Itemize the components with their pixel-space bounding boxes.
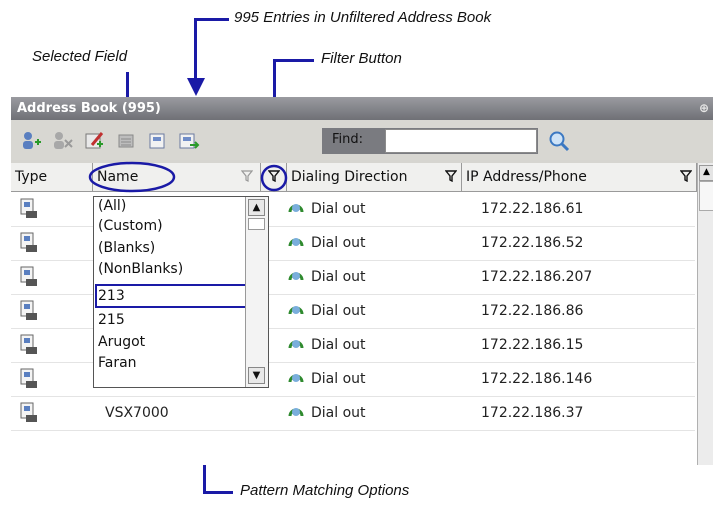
import-icon[interactable] [147,131,169,151]
group-icon[interactable] [116,131,138,151]
selected-field-ellipse [88,161,176,193]
export-icon[interactable] [178,131,200,151]
cell-dialing-direction: Dial out [311,337,366,353]
dial-out-icon [288,340,304,349]
callout-pattern-matching: Pattern Matching Options [240,482,410,499]
filter-list-scroll-thumb[interactable] [248,218,265,230]
address-book-grid: Type Name Dialing Direction IP Address/P… [11,161,713,465]
cell-dialing-direction: Dial out [311,201,366,217]
filter-option[interactable]: Faran [98,354,137,373]
filter-option[interactable]: Arugot [98,333,145,352]
cell-ip-address: 172.22.186.52 [481,235,584,251]
cell-dialing-direction: Dial out [311,269,366,285]
cell-ip-address: 172.22.186.207 [481,269,593,285]
add-entry-icon[interactable] [21,131,43,151]
address-book-entry-icon [20,266,37,286]
cell-dialing-direction: Dial out [311,235,366,251]
cell-dialing-direction: Dial out [311,303,366,319]
filter-option[interactable]: (NonBlanks) [98,260,183,279]
title-bar: Address Book (995) ⊕ [11,97,713,120]
filter-list-scrollbar[interactable]: ▲ ▼ [245,197,268,387]
cell-ip-address: 172.22.186.15 [481,337,584,353]
find-label: Find: [332,132,364,147]
column-header-label: IP Address/Phone [466,169,587,185]
filter-option-selected[interactable]: 213 [98,287,125,306]
address-book-entry-icon [20,402,37,422]
callout-entries: 995 Entries in Unfiltered Address Book [234,9,492,26]
find-box: Find: [322,128,538,154]
dial-out-icon [288,204,304,213]
cell-ip-address: 172.22.186.146 [481,371,593,387]
cell-dialing-direction: Dial out [311,405,366,421]
filter-button-circle [260,164,288,192]
cell-ip-address: 172.22.186.37 [481,405,584,421]
filter-options-list[interactable]: (All) (Custom) (Blanks) (NonBlanks) 213 … [93,196,269,388]
chevron-down-icon[interactable]: ▼ [248,367,265,384]
scroll-up-button[interactable]: ▲ [699,165,713,181]
column-header-type[interactable]: Type [11,163,93,192]
address-book-entry-icon [20,232,37,252]
column-header-label: Dialing Direction [291,169,408,185]
column-header-dialing-direction[interactable]: Dialing Direction [287,163,462,192]
filter-option[interactable]: (Blanks) [98,239,155,258]
callout-line-filter-h [274,59,314,62]
dial-out-icon [288,374,304,383]
address-book-entry-icon [20,368,37,388]
scroll-thumb[interactable] [699,181,713,211]
filter-icon[interactable] [680,170,692,182]
filter-option[interactable]: (All) [98,197,126,216]
column-header-label: Type [15,169,48,185]
find-input[interactable] [385,129,537,153]
dial-out-icon [288,238,304,247]
address-book-window: Address Book (995) ⊕ Find: Type Name Dia… [11,97,713,465]
filter-icon[interactable] [241,170,253,182]
address-book-entry-icon [20,198,37,218]
callout-line-entries-v [194,18,197,80]
cell-name: VSX7000 [105,405,169,421]
filter-icon[interactable] [445,170,457,182]
grid-scrollbar[interactable]: ▲ [697,163,713,465]
cell-dialing-direction: Dial out [311,371,366,387]
address-book-entry-icon [20,300,37,320]
search-icon[interactable] [547,129,571,153]
callout-selected-field: Selected Field [32,48,128,65]
table-row[interactable]: VSX7000 Dial out 172.22.186.37 [11,396,695,431]
dial-out-icon [288,408,304,417]
chevron-up-icon[interactable]: ▲ [248,199,265,216]
filter-option[interactable]: 215 [98,311,125,330]
cell-ip-address: 172.22.186.86 [481,303,584,319]
address-book-entry-icon [20,334,37,354]
delete-entry-icon[interactable] [52,131,74,151]
callout-filter-button: Filter Button [321,50,402,67]
window-title: Address Book (995) [17,101,161,116]
filter-option[interactable]: (Custom) [98,217,163,236]
dial-out-icon [288,272,304,281]
callout-line-pattern-h [203,491,233,494]
column-header-ip-address[interactable]: IP Address/Phone [462,163,697,192]
callout-arrow-entries [187,78,205,96]
cell-ip-address: 172.22.186.61 [481,201,584,217]
callout-line-entries-h [195,18,229,21]
toolbar: Find: [11,120,713,160]
pin-icon[interactable]: ⊕ [699,97,709,120]
edit-entry-icon[interactable] [84,131,106,151]
dial-out-icon [288,306,304,315]
